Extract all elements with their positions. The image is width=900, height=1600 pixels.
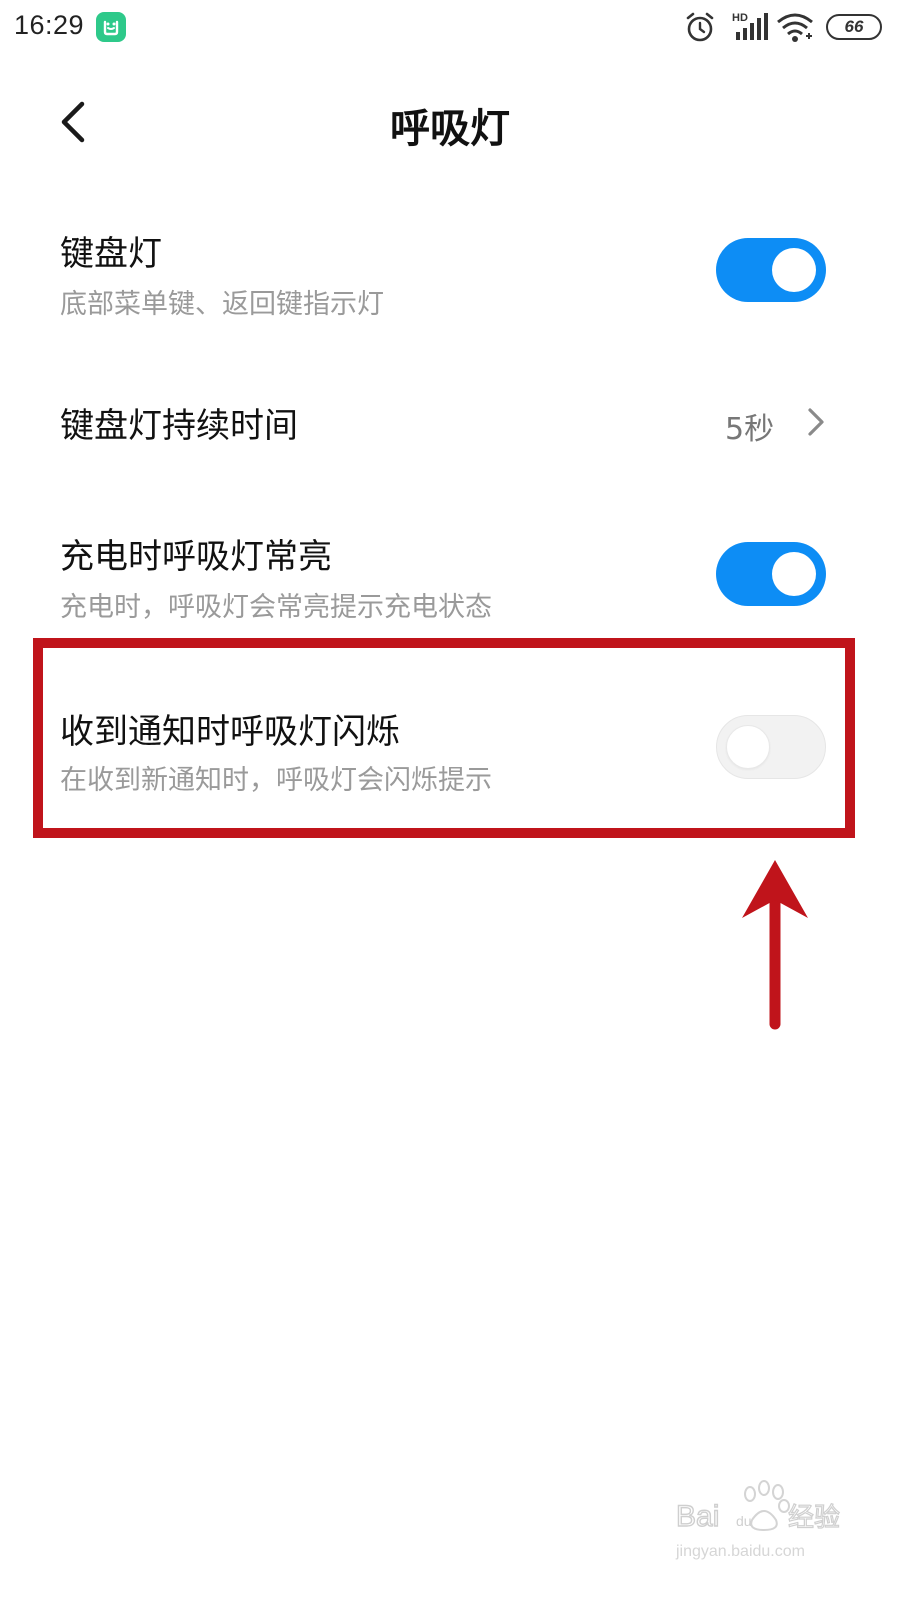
toggle-knob <box>772 552 816 596</box>
watermark-product: 经验 <box>788 1503 840 1533</box>
setting-charging-light[interactable]: 充电时呼吸灯常亮 充电时，呼吸灯会常亮提示充电状态 <box>0 515 900 635</box>
alarm-icon <box>684 10 716 48</box>
charging-light-toggle[interactable] <box>716 542 826 606</box>
watermark-brand-suffix: du <box>736 1513 752 1529</box>
keyboard-light-toggle[interactable] <box>716 238 826 302</box>
setting-keyboard-light[interactable]: 键盘灯 底部菜单键、返回键指示灯 <box>0 210 900 340</box>
page-title: 呼吸灯 <box>390 106 510 152</box>
setting-description: 底部菜单键、返回键指示灯 <box>60 289 384 320</box>
duration-value: 5秒 <box>725 412 775 447</box>
highlight-annotation-box <box>33 638 855 838</box>
status-bar: 16:29 HD 66 <box>0 0 900 56</box>
mi-home-app-icon <box>96 12 126 42</box>
toggle-knob <box>772 248 816 292</box>
battery-level: 66 <box>844 17 864 36</box>
baidu-paw-logo: Bai du 经验 jingyan.baidu.com <box>675 1480 841 1560</box>
signal-hd-label: HD <box>732 12 748 24</box>
chevron-right-icon <box>808 408 824 436</box>
setting-title: 键盘灯 <box>60 234 162 274</box>
wifi-icon <box>776 10 814 48</box>
setting-title: 充电时呼吸灯常亮 <box>60 537 332 577</box>
setting-title: 键盘灯持续时间 <box>60 406 298 446</box>
setting-description: 充电时，呼吸灯会常亮提示充电状态 <box>60 592 492 623</box>
baidu-jingyan-watermark: Bai du 经验 jingyan.baidu.com <box>672 1480 872 1570</box>
setting-keyboard-light-duration[interactable]: 键盘灯持续时间 5秒 <box>0 380 900 470</box>
watermark-url: jingyan.baidu.com <box>675 1543 805 1560</box>
up-arrow-annotation-icon <box>742 860 808 1030</box>
status-time: 16:29 <box>14 10 85 40</box>
signal-icon: HD <box>730 10 770 48</box>
header: 呼吸灯 <box>0 80 900 164</box>
watermark-brand: Bai <box>676 1500 719 1533</box>
battery-icon: 66 <box>826 14 882 40</box>
